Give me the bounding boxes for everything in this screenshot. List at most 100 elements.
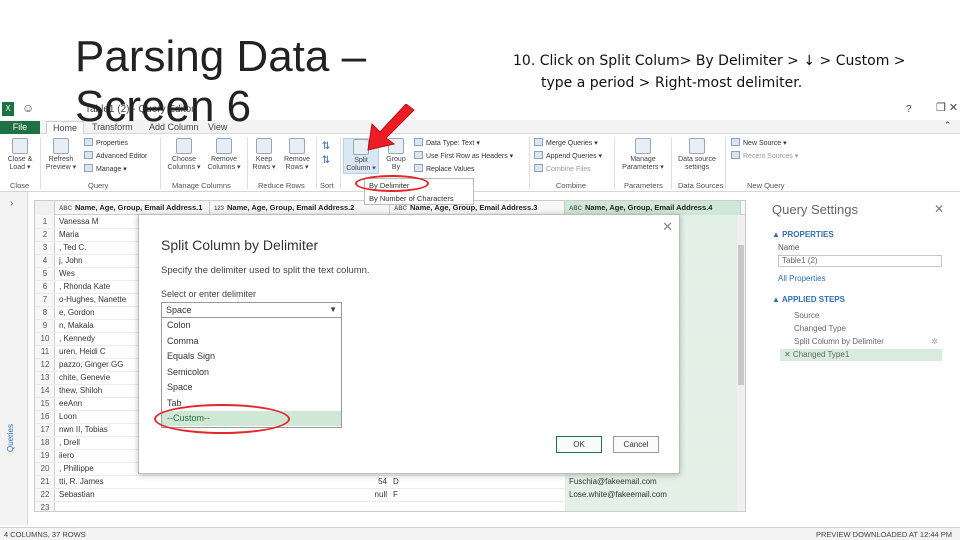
row-number[interactable]: 23 — [35, 501, 55, 511]
help-icon[interactable]: ? — [906, 104, 912, 115]
properties-header[interactable]: ▲ PROPERTIES — [772, 230, 834, 239]
column-header-1[interactable]: ABC Name, Age, Group, Email Address.1 — [55, 201, 210, 215]
cancel-button[interactable]: Cancel — [613, 436, 659, 453]
cell-col4[interactable]: Fuschia@fakeemail.com — [569, 475, 739, 488]
select-all-corner[interactable] — [35, 201, 55, 215]
group-label-query: Query — [88, 181, 109, 190]
tab-file[interactable]: File — [0, 121, 40, 134]
option-semicolon[interactable]: Semicolon — [162, 365, 341, 380]
row-number[interactable]: 16 — [35, 410, 55, 423]
row-number[interactable]: 1 — [35, 215, 55, 228]
row-number[interactable]: 12 — [35, 358, 55, 371]
new-source-button[interactable]: New Source ▾ — [731, 137, 798, 150]
row-number[interactable]: 8 — [35, 306, 55, 319]
properties-button[interactable]: Properties — [84, 137, 147, 150]
row-number[interactable]: 19 — [35, 449, 55, 462]
collapse-ribbon-icon[interactable]: ⌃ — [944, 120, 952, 131]
slide-title: Parsing Data – Screen 6 — [75, 32, 366, 132]
manage-parameters-button[interactable]: Manage Parameters ▾ — [618, 138, 668, 172]
status-right: PREVIEW DOWNLOADED AT 12:44 PM — [816, 530, 953, 539]
sort-icons[interactable]: ⇅ ⇅ — [318, 140, 334, 168]
column-header-2[interactable]: 123 Name, Age, Group, Email Address.2 — [210, 201, 390, 215]
slide: X ☺ Table1 (2) - Query Editor ? ❐ ✕ File… — [0, 0, 960, 540]
row-number[interactable]: 7 — [35, 293, 55, 306]
row-number[interactable]: 6 — [35, 280, 55, 293]
remove-columns-button[interactable]: Remove Columns ▾ — [204, 138, 244, 172]
option-space[interactable]: Space — [162, 380, 341, 395]
data-source-settings-button[interactable]: Data source settings — [674, 138, 720, 172]
expand-chevron-icon[interactable]: › — [10, 198, 13, 209]
row-number[interactable]: 20 — [35, 462, 55, 475]
row-number[interactable]: 5 — [35, 267, 55, 280]
applied-steps-header[interactable]: ▲ APPLIED STEPS — [772, 295, 845, 304]
applied-step[interactable]: Changed Type — [780, 323, 942, 335]
close-icon[interactable]: ✕ — [934, 202, 944, 216]
row-number[interactable]: 15 — [35, 397, 55, 410]
gear-icon[interactable]: ✲ — [931, 336, 938, 348]
remove-rows-button[interactable]: Remove Rows ▾ — [280, 138, 314, 172]
all-properties-link[interactable]: All Properties — [778, 274, 826, 283]
row-number[interactable]: 14 — [35, 384, 55, 397]
applied-step[interactable]: Split Column by Delimiter ✲ — [780, 336, 942, 348]
replace-values-icon — [414, 164, 423, 172]
row-number[interactable]: 17 — [35, 423, 55, 436]
cell-col2[interactable]: null — [315, 488, 387, 501]
row-number[interactable]: 9 — [35, 319, 55, 332]
dialog-description: Specify the delimiter used to split the … — [161, 265, 370, 276]
keep-rows-button[interactable]: Keep Rows ▾ — [250, 138, 278, 172]
grid-scrollbar[interactable] — [737, 215, 745, 511]
applied-step[interactable]: Source — [780, 310, 942, 322]
chevron-down-icon[interactable]: ▼ — [329, 303, 337, 317]
grid-scrollbar-thumb[interactable] — [738, 245, 744, 385]
append-queries-button[interactable]: Append Queries ▾ — [534, 150, 602, 163]
cell-col3[interactable]: F — [393, 488, 433, 501]
status-bar: 4 COLUMNS, 37 ROWS PREVIEW DOWNLOADED AT… — [0, 527, 960, 540]
row-number[interactable]: 21 — [35, 475, 55, 488]
first-row-headers-button[interactable]: Use First Row as Headers ▾ — [414, 150, 513, 163]
row-number[interactable]: 18 — [35, 436, 55, 449]
option-comma[interactable]: Comma — [162, 334, 341, 349]
table-row[interactable]: 23 — [35, 501, 745, 511]
smiley-icon[interactable]: ☺ — [22, 101, 34, 115]
table-row[interactable]: 22 Sebastian null F Lose.white@fakeemail.com — [35, 488, 745, 502]
combine-files-button[interactable]: Combine Files — [534, 163, 602, 176]
window-controls[interactable]: ❐ ✕ — [936, 101, 958, 114]
refresh-preview-button[interactable]: Refresh Preview ▾ — [42, 138, 80, 172]
row-number[interactable]: 2 — [35, 228, 55, 241]
row-number[interactable]: 13 — [35, 371, 55, 384]
excel-logo-icon: X — [2, 102, 14, 116]
row-number[interactable]: 22 — [35, 488, 55, 501]
close-load-button[interactable]: Close & Load ▾ — [2, 138, 38, 172]
row-number[interactable]: 10 — [35, 332, 55, 345]
cell-col1[interactable]: tti, R. James — [59, 475, 209, 488]
table-row[interactable]: 21 tti, R. James 54 D Fuschia@fakeemail.com — [35, 475, 745, 489]
row-number[interactable]: 3 — [35, 241, 55, 254]
group-label-combine: Combine — [556, 181, 587, 190]
menu-item-by-number-of-characters[interactable]: By Number of Characters — [369, 194, 454, 203]
advanced-editor-button[interactable]: Advanced Editor — [84, 150, 147, 163]
data-type-button[interactable]: Data Type: Text ▾ — [414, 137, 513, 150]
column-header-4[interactable]: ABC Name, Age, Group, Email Address.4 — [565, 201, 741, 215]
cell-col1[interactable]: Sebastian — [59, 488, 209, 501]
query-name-input[interactable]: Table1 (2) — [778, 255, 942, 267]
delimiter-select[interactable]: Space ▼ — [161, 302, 342, 318]
recent-sources-button[interactable]: Recent Sources ▾ — [731, 150, 798, 163]
choose-columns-button[interactable]: Choose Columns ▾ — [164, 138, 204, 172]
option-colon[interactable]: Colon — [162, 318, 341, 333]
close-icon[interactable]: ✕ — [662, 219, 673, 235]
cell-col3[interactable]: D — [393, 475, 433, 488]
ok-button[interactable]: OK — [556, 436, 602, 453]
merge-queries-button[interactable]: Merge Queries ▾ — [534, 137, 602, 150]
group-label-reduce-rows: Reduce Rows — [258, 181, 305, 190]
replace-values-button[interactable]: Replace Values — [414, 163, 513, 176]
option-equals-sign[interactable]: Equals Sign — [162, 349, 341, 364]
row-number[interactable]: 4 — [35, 254, 55, 267]
cell-col2[interactable]: 54 — [315, 475, 387, 488]
cell-col4[interactable]: Lose.white@fakeemail.com — [569, 488, 739, 501]
queries-pane[interactable]: › Queries — [0, 192, 28, 525]
group-label-close: Close — [10, 181, 30, 190]
status-left: 4 COLUMNS, 37 ROWS — [4, 530, 86, 539]
row-number[interactable]: 11 — [35, 345, 55, 358]
manage-button[interactable]: Manage ▾ — [84, 163, 147, 176]
applied-step-current[interactable]: ✕ Changed Type1 — [780, 349, 942, 361]
